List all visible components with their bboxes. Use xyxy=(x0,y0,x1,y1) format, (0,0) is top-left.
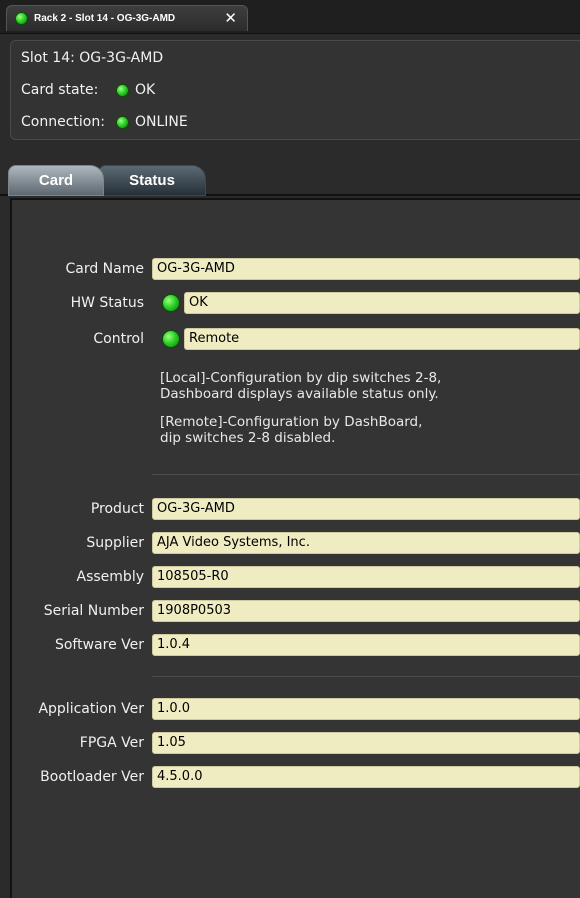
hw-status-led-icon xyxy=(162,294,180,312)
card-name-label: Card Name xyxy=(65,261,144,277)
status-led-icon xyxy=(15,12,28,25)
card-state-led-icon xyxy=(116,83,129,97)
bootloader-ver-label: Bootloader Ver xyxy=(40,769,144,785)
assembly-label: Assembly xyxy=(76,569,144,585)
assembly-field: 108505-R0 xyxy=(152,566,580,588)
product-label: Product xyxy=(90,501,144,517)
divider xyxy=(152,676,580,677)
window-tab-strip: Rack 2 - Slot 14 - OG-3G-AMD ✕ xyxy=(0,0,580,34)
bootloader-ver-field: 4.5.0.0 xyxy=(152,766,580,788)
connection-label: Connection: xyxy=(21,114,105,130)
application-ver-label: Application Ver xyxy=(38,701,144,717)
connection-value: ONLINE xyxy=(135,114,188,130)
hw-status-field: OK xyxy=(184,292,580,314)
serial-number-field: 1908P0503 xyxy=(152,600,580,622)
supplier-field: AJA Video Systems, Inc. xyxy=(152,532,580,554)
card-info-panel: Slot 14: OG-3G-AMD Card state: OK Connec… xyxy=(10,40,580,140)
software-ver-field: 1.0.4 xyxy=(152,634,580,656)
connection-led-icon xyxy=(116,115,129,129)
tab-card[interactable]: Card xyxy=(8,165,104,196)
software-ver-label: Software Ver xyxy=(54,637,144,653)
tab-bar: Status Card xyxy=(0,160,580,196)
control-field[interactable]: Remote xyxy=(184,328,580,350)
tab-status[interactable]: Status xyxy=(98,165,206,196)
remote-mode-note: [Remote]-Configuration by DashBoard, dip… xyxy=(160,414,423,446)
connection-row: Connection: ONLINE xyxy=(21,111,188,133)
card-tab-panel: Card Name OG-3G-AMD HW Status OK Control… xyxy=(10,198,580,898)
fpga-ver-field: 1.05 xyxy=(152,732,580,754)
fpga-ver-label: FPGA Ver xyxy=(79,735,144,751)
card-name-field: OG-3G-AMD xyxy=(152,258,580,280)
product-field: OG-3G-AMD xyxy=(152,498,580,520)
control-led-icon[interactable] xyxy=(162,330,180,348)
supplier-label: Supplier xyxy=(86,535,144,551)
card-state-value: OK xyxy=(135,82,156,98)
hw-status-label: HW Status xyxy=(70,295,144,311)
slot-text: Slot 14: OG-3G-AMD xyxy=(21,50,164,66)
divider xyxy=(152,474,580,475)
document-tab[interactable]: Rack 2 - Slot 14 - OG-3G-AMD ✕ xyxy=(6,5,248,31)
serial-number-label: Serial Number xyxy=(43,603,144,619)
slot-row: Slot 14: OG-3G-AMD xyxy=(21,47,163,69)
close-icon[interactable]: ✕ xyxy=(224,10,237,26)
application-ver-field: 1.0.0 xyxy=(152,698,580,720)
device-window: Rack 2 - Slot 14 - OG-3G-AMD ✕ Slot 14: … xyxy=(0,0,580,898)
local-mode-note: [Local]-Configuration by dip switches 2-… xyxy=(160,370,442,402)
card-state-row: Card state: OK xyxy=(21,79,155,101)
document-tab-title: Rack 2 - Slot 14 - OG-3G-AMD xyxy=(34,13,176,24)
control-label: Control xyxy=(93,331,144,347)
card-state-label: Card state: xyxy=(21,82,99,98)
